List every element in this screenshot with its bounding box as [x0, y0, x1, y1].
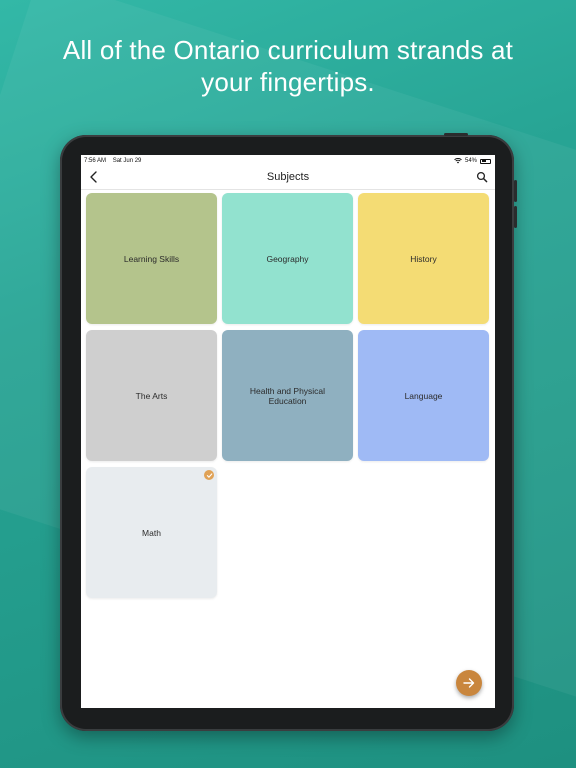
subject-tile-math[interactable]: Math	[86, 467, 217, 598]
navigation-bar: Subjects	[81, 167, 495, 190]
wifi-icon	[454, 158, 462, 164]
checkmark-icon	[204, 470, 214, 480]
search-icon[interactable]	[476, 171, 488, 183]
tablet-screen: 7:56 AM Sat Jun 29 54% Subjects Learning…	[81, 155, 495, 708]
subject-label: Math	[142, 527, 161, 538]
headline-line-1: All of the Ontario curriculum strands at	[62, 35, 514, 65]
arrow-right-icon	[463, 678, 475, 688]
subject-tile-geography[interactable]: Geography	[222, 193, 353, 324]
subject-tile-history[interactable]: History	[358, 193, 489, 324]
battery-percentage: 54%	[464, 158, 477, 164]
status-date: Sat Jun 29	[112, 158, 142, 164]
subject-label: Health and Physical Education	[249, 385, 326, 406]
tablet-volume-up-button	[514, 180, 517, 202]
next-button[interactable]	[456, 670, 482, 696]
page-title: Subjects	[266, 171, 310, 183]
status-bar: 7:56 AM Sat Jun 29 54%	[81, 155, 495, 167]
status-time: 7:56 AM	[84, 158, 107, 164]
subject-label: History	[410, 253, 437, 264]
subject-tile-language[interactable]: Language	[358, 330, 489, 461]
subject-tile-learning-skills[interactable]: Learning Skills	[86, 193, 217, 324]
tablet-volume-down-button	[514, 206, 517, 228]
subject-tile-the-arts[interactable]: The Arts	[86, 330, 217, 461]
subject-label: Learning Skills	[123, 253, 180, 264]
subject-tile-health-and-physical-education[interactable]: Health and Physical Education	[222, 330, 353, 461]
headline: All of the Ontario curriculum strands at…	[0, 34, 576, 98]
subject-label: Geography	[266, 253, 309, 264]
headline-line-2: your fingertips.	[201, 67, 375, 97]
tablet-power-button	[444, 133, 468, 136]
subject-label: Language	[404, 390, 443, 401]
battery-icon	[480, 158, 491, 164]
subject-label: The Arts	[135, 390, 168, 401]
